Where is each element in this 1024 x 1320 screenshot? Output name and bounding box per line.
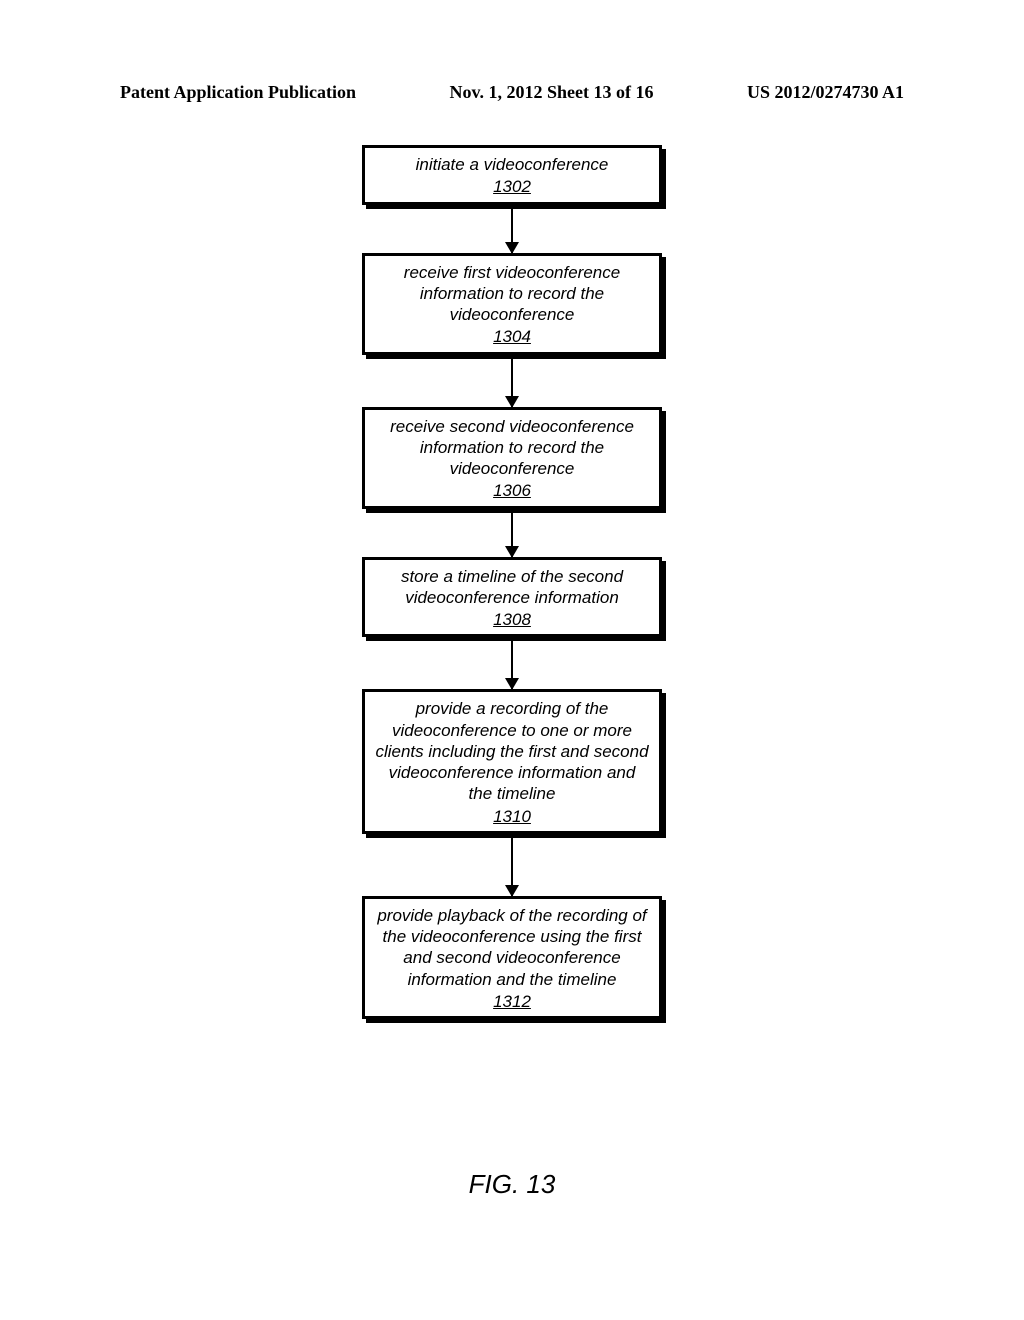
flow-step-number: 1310 bbox=[375, 806, 649, 827]
flow-step: receive second videoconference informati… bbox=[362, 407, 662, 509]
flow-connector bbox=[511, 509, 513, 557]
flow-step-box: receive first videoconference informatio… bbox=[362, 253, 662, 355]
header-right: US 2012/0274730 A1 bbox=[747, 82, 904, 103]
flow-step: provide a recording of the videoconferen… bbox=[362, 689, 662, 834]
flow-step-text: provide a recording of the videoconferen… bbox=[375, 699, 648, 803]
flow-step-number: 1306 bbox=[375, 480, 649, 501]
flow-step-box: receive second videoconference informati… bbox=[362, 407, 662, 509]
flow-step-number: 1312 bbox=[375, 991, 649, 1012]
flow-connector bbox=[511, 637, 513, 689]
header-center: Nov. 1, 2012 Sheet 13 of 16 bbox=[450, 82, 654, 103]
flow-step-number: 1308 bbox=[375, 609, 649, 630]
flow-step-box: initiate a videoconference 1302 bbox=[362, 145, 662, 205]
flow-step: provide playback of the recording of the… bbox=[362, 896, 662, 1019]
flow-step-number: 1302 bbox=[375, 176, 649, 197]
figure-label: FIG. 13 bbox=[469, 1169, 556, 1200]
flow-step-text: receive second videoconference informati… bbox=[390, 417, 634, 479]
flow-connector bbox=[511, 205, 513, 253]
flow-connector bbox=[511, 355, 513, 407]
flowchart: initiate a videoconference 1302 receive fi… bbox=[362, 145, 662, 1019]
flow-step: store a timeline of the second videoconf… bbox=[362, 557, 662, 638]
flow-step-number: 1304 bbox=[375, 326, 649, 347]
flow-step-box: provide a recording of the videoconferen… bbox=[362, 689, 662, 834]
flow-step: initiate a videoconference 1302 bbox=[362, 145, 662, 205]
flow-connector bbox=[511, 834, 513, 896]
header-left: Patent Application Publication bbox=[120, 82, 356, 103]
flow-step-text: receive first videoconference informatio… bbox=[404, 263, 620, 325]
flow-step: receive first videoconference informatio… bbox=[362, 253, 662, 355]
flow-step-box: provide playback of the recording of the… bbox=[362, 896, 662, 1019]
flow-step-text: store a timeline of the second videoconf… bbox=[401, 567, 623, 607]
flow-step-text: initiate a videoconference bbox=[416, 155, 609, 174]
flow-step-box: store a timeline of the second videoconf… bbox=[362, 557, 662, 638]
flow-step-text: provide playback of the recording of the… bbox=[377, 906, 646, 989]
